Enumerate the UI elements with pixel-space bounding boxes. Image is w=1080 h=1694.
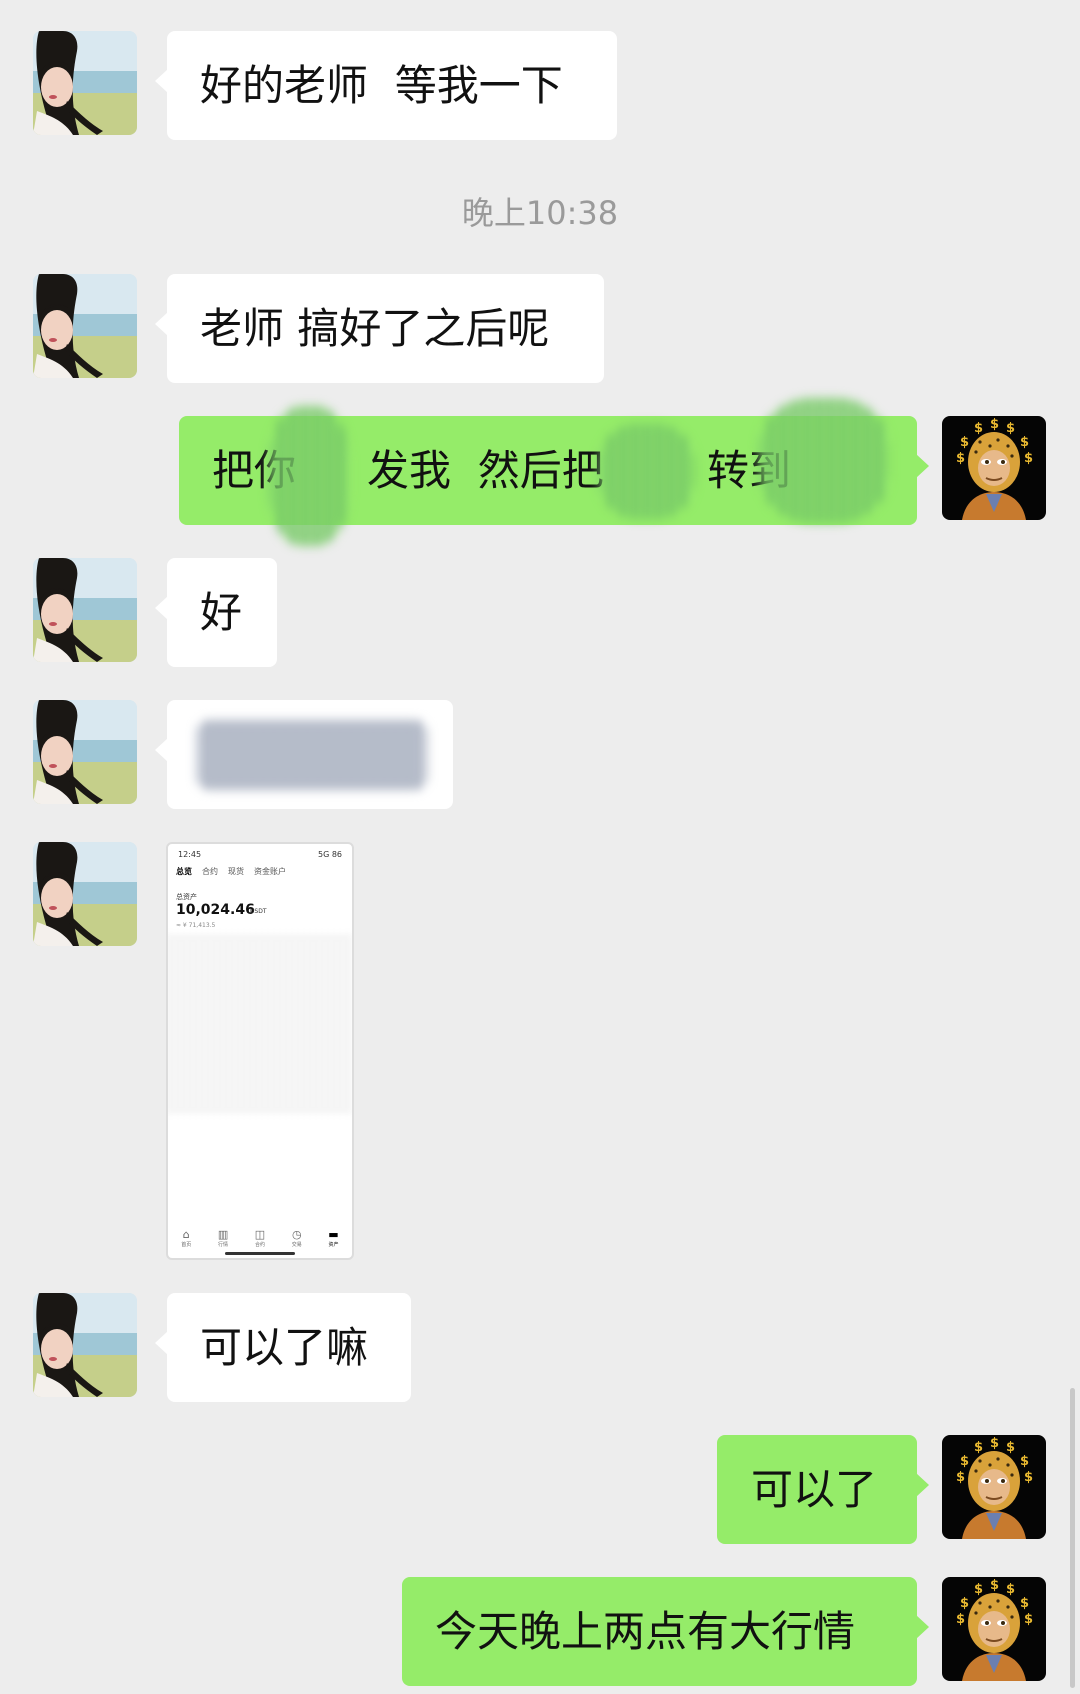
contact-avatar[interactable] xyxy=(33,1293,137,1397)
screenshot-unit: USDT xyxy=(250,908,267,915)
screenshot-balance: 10,024.46 xyxy=(176,902,255,918)
screenshot-tab: 合约 xyxy=(202,867,218,876)
contact-avatar[interactable] xyxy=(33,31,137,135)
message-text: 可以了嘛 xyxy=(200,1322,369,1372)
woman-photo-avatar-icon xyxy=(33,1293,137,1397)
outgoing-message[interactable]: 可以了 xyxy=(717,1435,929,1544)
screenshot-nav-item: ▬ 资产 xyxy=(328,1228,339,1248)
redaction-blur xyxy=(197,720,427,790)
screenshot-assets-label: 总资产 xyxy=(176,893,197,901)
gold-ape-avatar-icon xyxy=(942,1577,1046,1681)
screenshot-time: 12:45 xyxy=(178,850,202,859)
message-timestamp: 晚上10:38 xyxy=(461,194,619,232)
screenshot-nav-item: ⌂ 首页 xyxy=(181,1228,192,1248)
incoming-message[interactable]: 可以了嘛 xyxy=(155,1293,411,1402)
screenshot-tabs: 总览 合约 现货 资金账户 xyxy=(176,866,286,877)
contact-avatar[interactable] xyxy=(33,700,137,804)
message-text-part: 发我 然后把 xyxy=(367,446,604,495)
contact-avatar[interactable] xyxy=(33,274,137,378)
incoming-message-redacted[interactable] xyxy=(155,700,453,809)
outgoing-message[interactable]: 今天晚上两点有大行情 xyxy=(402,1577,929,1686)
screenshot-approx: ≈ ¥ 71,413.5 xyxy=(176,922,216,929)
contact-avatar[interactable] xyxy=(33,558,137,662)
self-avatar[interactable] xyxy=(942,1435,1046,1539)
screenshot-navbar: ⌂ 首页 ▥ 行情 ◫ 合约 ◷ 交易 ▬ 资产 xyxy=(168,1228,352,1248)
message-text: 好 xyxy=(200,587,243,637)
woman-photo-avatar-icon xyxy=(33,842,137,946)
screenshot-nav-item: ◫ 合约 xyxy=(254,1228,266,1248)
screenshot-tab: 资金账户 xyxy=(254,867,286,876)
image-message[interactable]: 12:45 5G 86 总览 合约 现货 资金账户 总资产 10,024.46 … xyxy=(166,842,354,1260)
self-avatar[interactable] xyxy=(942,1577,1046,1681)
self-avatar[interactable] xyxy=(942,416,1046,520)
screenshot-battery: 5G 86 xyxy=(317,850,342,859)
redaction-blur xyxy=(269,406,349,546)
woman-photo-avatar-icon xyxy=(33,31,137,135)
incoming-message[interactable]: 老师 搞好了之后呢 xyxy=(155,274,604,383)
gold-ape-avatar-icon xyxy=(942,1435,1046,1539)
outgoing-message[interactable]: 把你 发我 然后把 转到 xyxy=(179,398,929,546)
redaction-blur xyxy=(168,934,352,1114)
scrollbar[interactable] xyxy=(1070,1388,1075,1688)
incoming-message[interactable]: 好的老师 等我一下 xyxy=(155,31,617,140)
woman-photo-avatar-icon xyxy=(33,274,137,378)
message-text: 今天晚上两点有大行情 xyxy=(435,1606,856,1656)
screenshot-nav-item: ◷ 交易 xyxy=(291,1228,302,1248)
message-text: 可以了 xyxy=(751,1464,878,1514)
screenshot-tab: 总览 xyxy=(176,867,192,876)
contact-avatar[interactable] xyxy=(33,842,137,946)
incoming-message[interactable]: 好 xyxy=(155,558,277,667)
redaction-blur xyxy=(759,398,889,523)
gold-ape-avatar-icon xyxy=(942,416,1046,520)
home-indicator xyxy=(225,1252,295,1255)
message-text: 好的老师 等我一下 xyxy=(200,60,563,110)
woman-photo-avatar-icon xyxy=(33,700,137,804)
screenshot-tab: 现货 xyxy=(228,867,244,876)
message-text: 老师 搞好了之后呢 xyxy=(200,303,550,353)
redaction-blur xyxy=(599,424,694,519)
screenshot-nav-item: ▥ 行情 xyxy=(217,1228,229,1248)
woman-photo-avatar-icon xyxy=(33,558,137,662)
